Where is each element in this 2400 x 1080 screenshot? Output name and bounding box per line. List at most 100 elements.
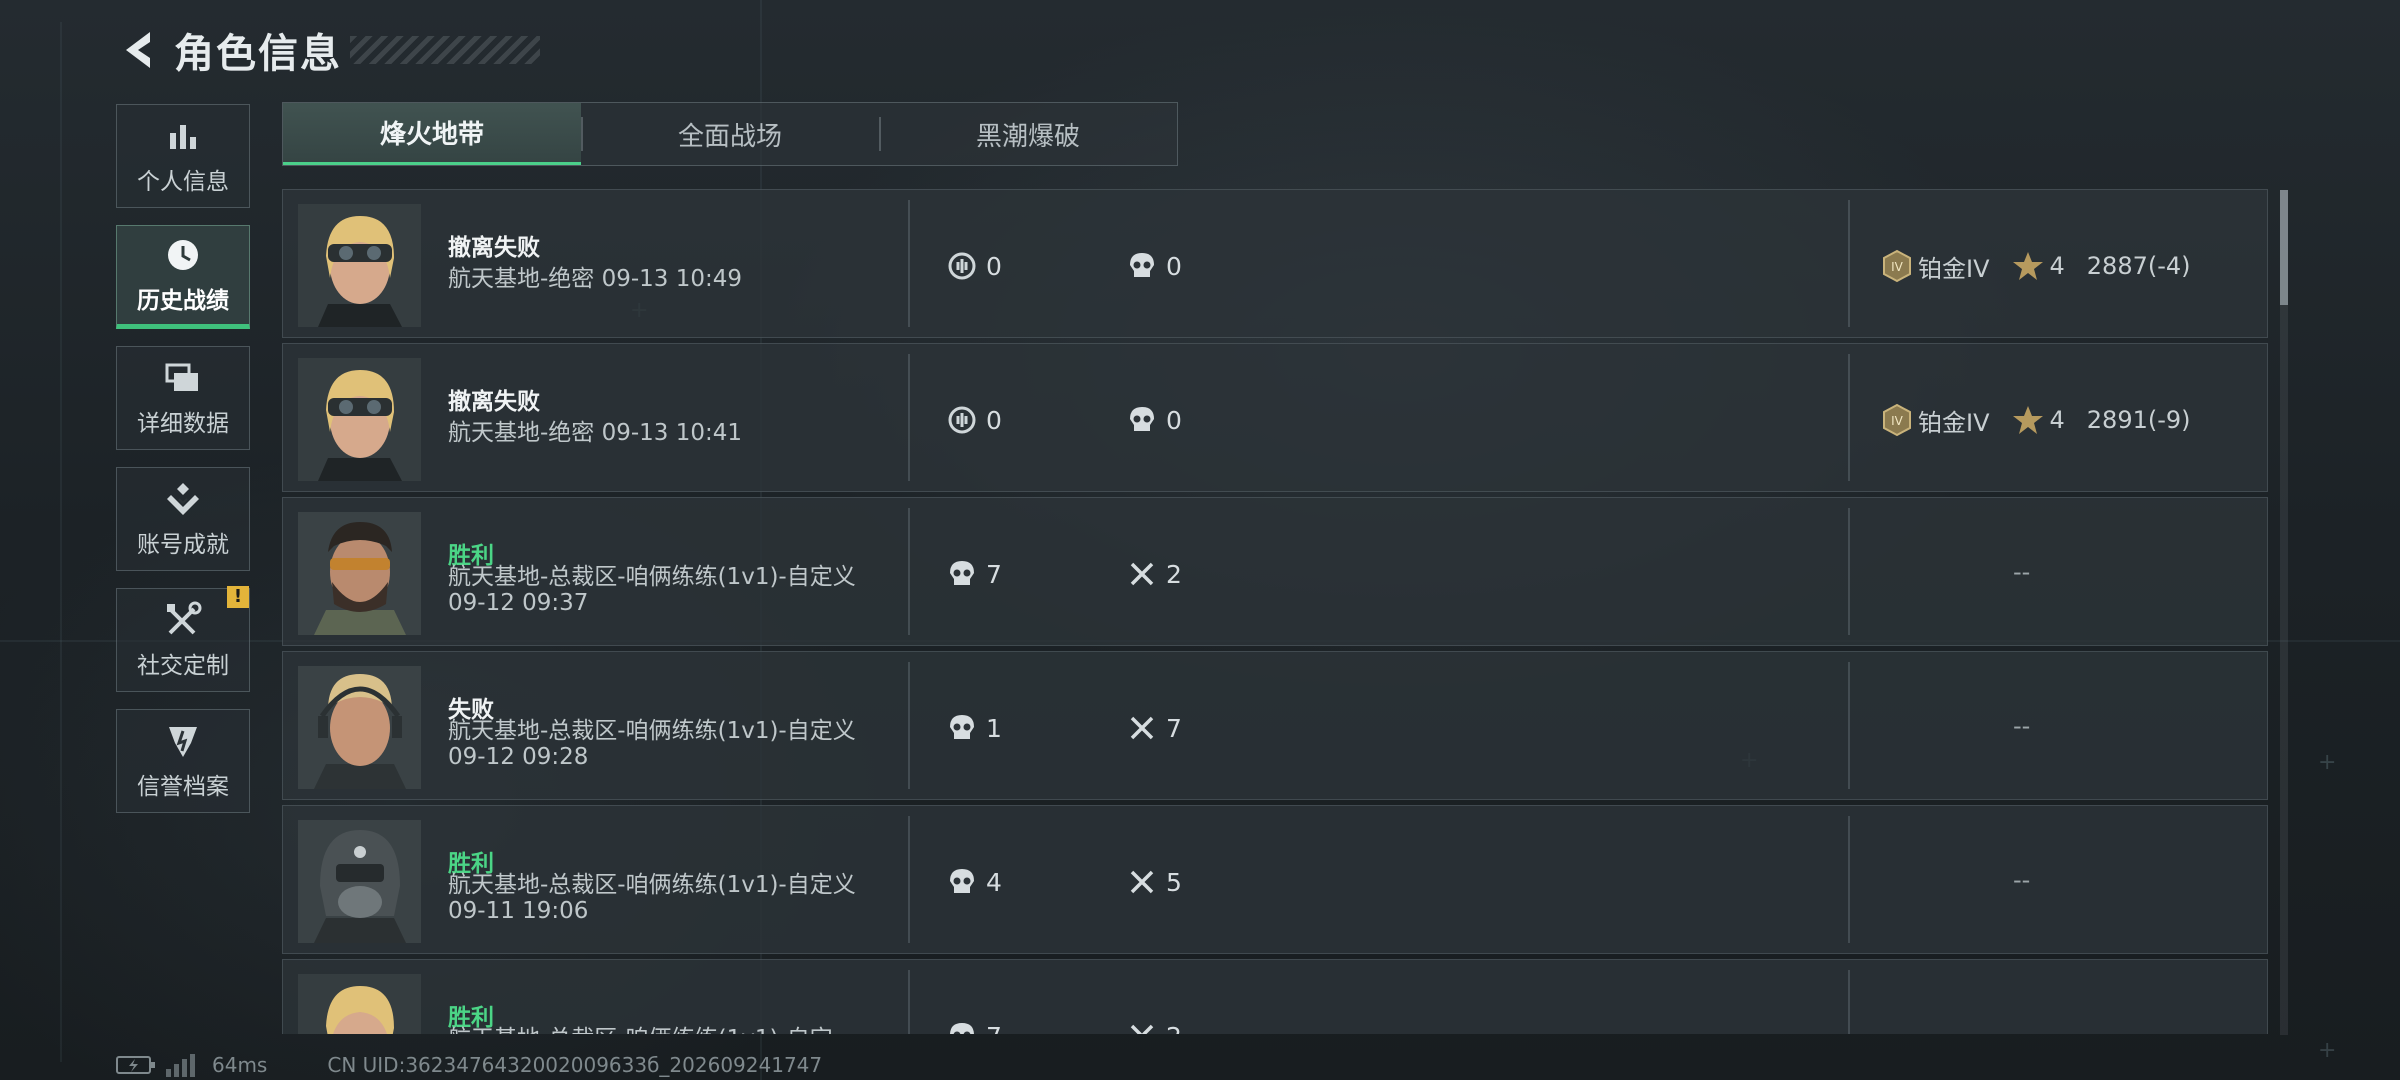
match-description: 航天基地-总裁区-咱俩练练(1v1)-自定义 09-11 19:06 bbox=[448, 872, 856, 925]
match-row[interactable]: 胜利 航天基地-总裁区-咱俩练练(1v1)-自定义 09-11 19:06 4 … bbox=[282, 805, 2268, 954]
match-history-list: 撤离失败 航天基地-绝密 09-13 10:49 0 0 IV 铂金IV 4 2… bbox=[282, 189, 2268, 1034]
match-description: 航天基地-总裁区-咱俩练练(1v1)-自定义 09-12 09:37 bbox=[448, 564, 856, 617]
skull-icon bbox=[1130, 253, 1154, 277]
tab-black-tide-demolition[interactable]: 黑潮爆破 bbox=[879, 103, 1177, 165]
stat-deaths: 7 bbox=[1128, 710, 1182, 746]
match-description: 航天基地-总裁区-咱俩练练(1v1)-自定义 09-12 09:28 bbox=[448, 718, 856, 771]
back-button[interactable] bbox=[112, 24, 164, 76]
skull-icon bbox=[1130, 407, 1154, 431]
signal-icon bbox=[166, 1054, 195, 1077]
platinum-rank-icon: IV bbox=[1883, 403, 1911, 437]
list-scrollbar[interactable] bbox=[2280, 190, 2288, 1035]
clock-history-icon bbox=[163, 235, 203, 275]
match-result: 撤离失败 bbox=[448, 235, 540, 261]
stat-coins: 0 bbox=[948, 248, 1002, 284]
operator-avatar bbox=[298, 204, 421, 327]
rank-name: 铂金IV bbox=[1918, 408, 1990, 437]
column-divider bbox=[1848, 970, 1850, 1034]
skull-icon bbox=[950, 715, 974, 739]
sidebar-item-social-custom[interactable]: ! 社交定制 bbox=[116, 586, 250, 692]
scroll-thumb[interactable] bbox=[2280, 190, 2288, 305]
stat-kills: 7 bbox=[948, 1018, 1002, 1034]
screen: + + + + 角色信息 个人信息 历史战绩 bbox=[0, 0, 2400, 1080]
match-row[interactable]: 撤离失败 航天基地-绝密 09-13 10:49 0 0 IV 铂金IV 4 2… bbox=[282, 189, 2268, 338]
column-divider bbox=[1848, 662, 1850, 789]
header: 角色信息 bbox=[112, 22, 540, 78]
credit-shield-icon bbox=[163, 721, 203, 761]
star-icon bbox=[2012, 406, 2043, 434]
sidebar-item-detailed-data[interactable]: 详细数据 bbox=[116, 346, 250, 450]
svg-text:IV: IV bbox=[1891, 414, 1904, 428]
rank-score: 2887(-4) bbox=[2086, 252, 2191, 280]
stat-value: 7 bbox=[986, 559, 1002, 589]
skull-icon bbox=[950, 1023, 974, 1034]
match-row[interactable]: 胜利 航天基地-总裁区-咱俩练练(1v1)-自定 7 2 bbox=[282, 959, 2268, 1034]
star-icon bbox=[2012, 252, 2043, 280]
player-uid: CN UID:3623476432002009633б_202609241747 bbox=[327, 1053, 823, 1077]
skull-icon bbox=[950, 561, 974, 585]
column-divider bbox=[908, 508, 910, 635]
rank-placeholder: -- bbox=[2013, 866, 2031, 894]
sidebar-item-personal-info[interactable]: 个人信息 bbox=[116, 104, 250, 208]
column-divider bbox=[1848, 508, 1850, 635]
operator-avatar bbox=[298, 820, 421, 943]
match-row[interactable]: 胜利 航天基地-总裁区-咱俩练练(1v1)-自定义 09-12 09:37 7 … bbox=[282, 497, 2268, 646]
sidebar-item-label: 个人信息 bbox=[137, 169, 229, 195]
column-divider bbox=[1848, 816, 1850, 943]
sidebar-item-label: 账号成就 bbox=[137, 532, 229, 558]
operator-avatar bbox=[298, 358, 421, 481]
match-description: 航天基地-绝密 09-13 10:49 bbox=[448, 266, 743, 292]
tools-icon bbox=[163, 600, 203, 640]
match-description: 航天基地-绝密 09-13 10:41 bbox=[448, 420, 743, 446]
stat-value: 0 bbox=[1166, 405, 1182, 435]
column-divider bbox=[908, 662, 910, 789]
page-title: 角色信息 bbox=[174, 31, 342, 77]
rank-placeholder: -- bbox=[2013, 558, 2031, 586]
stacked-cards-icon bbox=[163, 358, 203, 398]
tab-full-battlefield[interactable]: 全面战场 bbox=[581, 103, 879, 165]
star-count: 4 bbox=[2049, 252, 2065, 280]
match-result: 撤离失败 bbox=[448, 389, 540, 415]
column-divider bbox=[908, 354, 910, 481]
notification-badge: ! bbox=[227, 586, 249, 608]
sidebar-item-match-history[interactable]: 历史战绩 bbox=[116, 225, 250, 329]
rank-score: 2891(-9) bbox=[2086, 406, 2191, 434]
stat-value: 4 bbox=[986, 867, 1002, 897]
bg-grid-line bbox=[60, 22, 62, 1062]
status-footer: 64ms CN UID:3623476432002009633б_2026092… bbox=[116, 1052, 822, 1078]
svg-text:IV: IV bbox=[1891, 260, 1904, 274]
stat-coins: 0 bbox=[948, 402, 1002, 438]
tab-warzone[interactable]: 烽火地带 bbox=[283, 103, 581, 165]
sidebar-item-label: 历史战绩 bbox=[137, 288, 229, 314]
sidebar-item-label: 详细数据 bbox=[137, 411, 229, 437]
stat-kills: 0 bbox=[1128, 248, 1182, 284]
stat-deaths: 2 bbox=[1128, 1018, 1182, 1034]
stat-value: 0 bbox=[1166, 251, 1182, 281]
sidebar-item-credit-record[interactable]: 信誉档案 bbox=[116, 709, 250, 813]
skull-icon bbox=[950, 869, 974, 893]
match-row[interactable]: 撤离失败 航天基地-绝密 09-13 10:41 0 0 IV 铂金IV 4 2… bbox=[282, 343, 2268, 492]
mode-tabs: 烽火地带 全面战场 黑潮爆破 bbox=[282, 102, 1178, 166]
column-divider bbox=[1848, 354, 1850, 481]
stat-value: 2 bbox=[1166, 559, 1182, 589]
achievement-icon bbox=[163, 479, 203, 519]
operator-avatar bbox=[298, 512, 421, 635]
stat-kills: 7 bbox=[948, 556, 1002, 592]
title-decoration bbox=[350, 36, 540, 64]
bg-plus-mark: + bbox=[2318, 750, 2337, 775]
rank-info: IV 铂金IV 4 2887(-4) bbox=[1880, 246, 2191, 286]
match-row[interactable]: 失败 航天基地-总裁区-咱俩练练(1v1)-自定义 09-12 09:28 1 … bbox=[282, 651, 2268, 800]
column-divider bbox=[908, 970, 910, 1034]
rank-name: 铂金IV bbox=[1918, 254, 1990, 283]
cross-icon bbox=[1130, 716, 1154, 740]
stat-deaths: 2 bbox=[1128, 556, 1182, 592]
stat-value: 7 bbox=[1166, 713, 1182, 743]
stat-value: 7 bbox=[986, 1022, 1002, 1035]
match-description: 航天基地-总裁区-咱俩练练(1v1)-自定 bbox=[448, 1026, 868, 1034]
cross-icon bbox=[1130, 1024, 1154, 1034]
coin-icon bbox=[948, 406, 976, 434]
cross-icon bbox=[1130, 870, 1154, 894]
sidebar-item-achievements[interactable]: 账号成就 bbox=[116, 467, 250, 571]
stat-value: 0 bbox=[986, 251, 1002, 281]
battery-icon bbox=[116, 1056, 155, 1074]
